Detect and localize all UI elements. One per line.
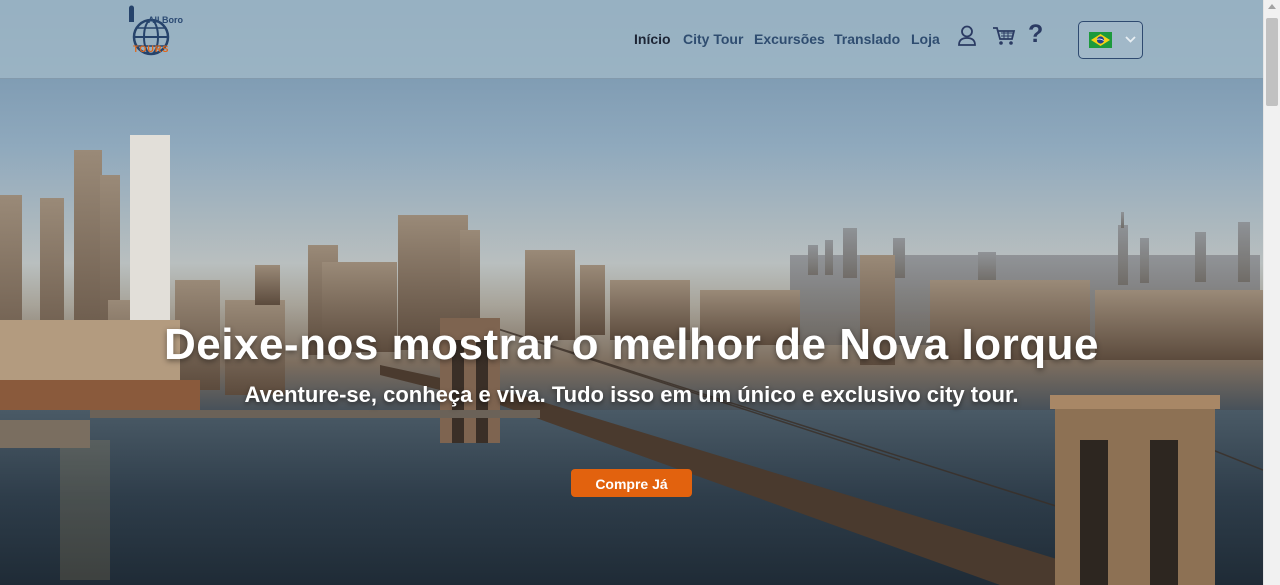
hero-title: Deixe-nos mostrar o melhor de Nova Iorqu… [164,320,1099,369]
language-select[interactable] [1078,21,1143,59]
logo-text-bottom: TOURS [133,44,170,54]
hero-subtitle: Aventure-se, conheça e viva. Tudo isso e… [244,382,1019,407]
site-header: All Boro TOURS Início City Tour Excursõe… [0,0,1263,79]
logo-text-top: All Boro [148,15,183,25]
page-viewport: All Boro TOURS Início City Tour Excursõe… [0,0,1263,585]
scroll-up-arrow-icon[interactable] [1268,4,1276,9]
nav-excursoes[interactable]: Excursões [754,31,825,47]
cart-icon[interactable] [992,25,1016,47]
scroll-thumb[interactable] [1266,18,1278,106]
buy-now-button[interactable]: Compre Já [571,469,692,497]
brazil-flag-icon [1089,32,1112,48]
user-icon[interactable] [957,25,977,47]
chevron-down-icon [1125,36,1136,43]
nav-city-tour[interactable]: City Tour [683,31,743,47]
page-scrollbar[interactable] [1263,0,1280,585]
nav-translado[interactable]: Translado [834,31,900,47]
nav-loja[interactable]: Loja [911,31,940,47]
help-icon[interactable]: ? [1028,21,1044,47]
nav-inicio[interactable]: Início [634,31,671,47]
